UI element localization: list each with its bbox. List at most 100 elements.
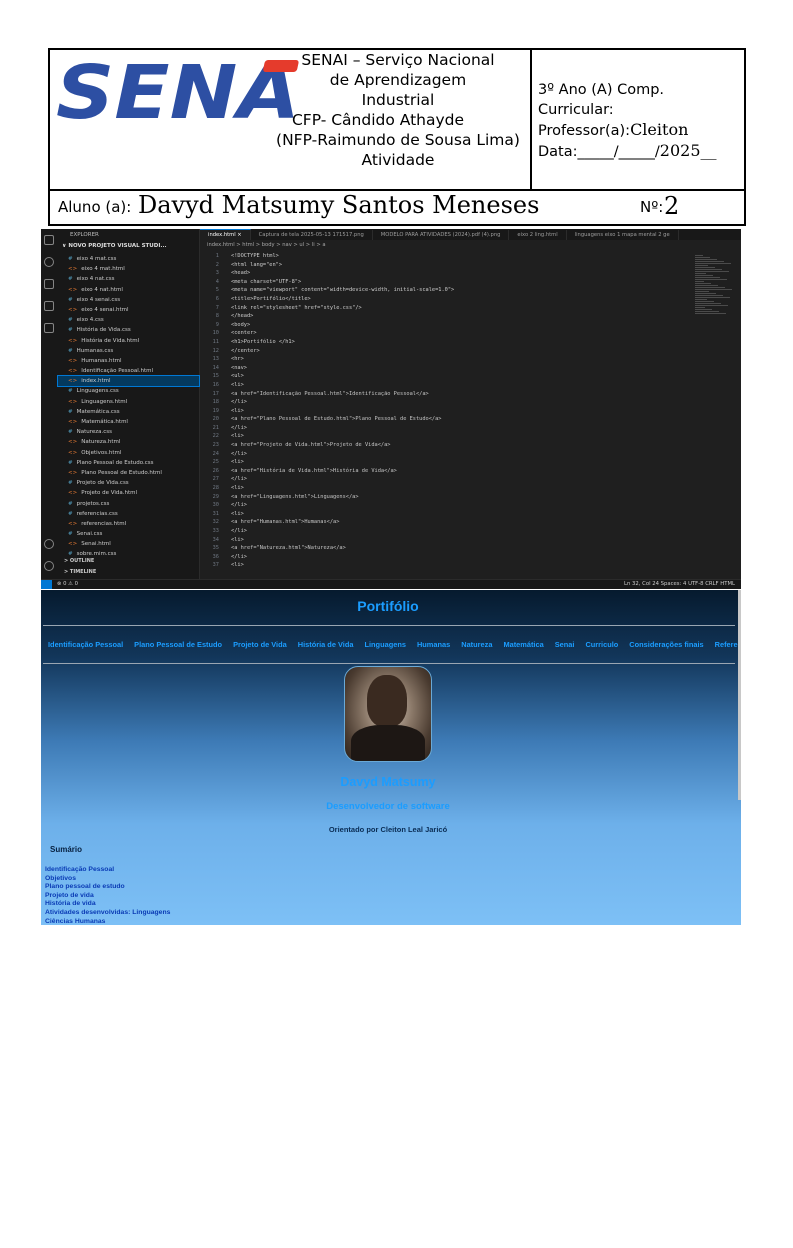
file-item: # Natureza.css	[58, 427, 199, 437]
code-text: <li>	[231, 536, 244, 543]
minimap-line	[695, 279, 727, 280]
code-text: <a href="Projeto de Vida.html">Projeto d…	[231, 442, 391, 449]
line-number: 1	[215, 253, 219, 259]
summary-link: Identificação Pessoal	[45, 866, 115, 873]
code-text: <li>	[231, 381, 244, 388]
file-item: # Plano Pessoal de Estudo.css	[58, 458, 199, 468]
line-number: 27	[212, 476, 219, 483]
date-label: Data:_____/_____/	[538, 144, 660, 160]
file-item: <> Projeto de Vida.html	[58, 488, 199, 498]
file-name: eixo 4 senai.html	[81, 306, 129, 313]
minimap-line	[695, 287, 725, 288]
line-number: 21	[212, 424, 219, 431]
student-row: Aluno (a): Davyd Matsumy Santos Meneses …	[50, 191, 744, 224]
school-line: (NFP-Raimundo de Sousa Lima)	[276, 131, 520, 149]
html-file-icon: <>	[68, 449, 78, 456]
css-file-icon: #	[68, 408, 73, 415]
file-name: Plano Pessoal de Estudo.css	[76, 459, 154, 466]
line-number: 8	[215, 313, 219, 320]
explorer-title: EXPLORER	[70, 232, 99, 238]
file-item: # Humanas.css	[58, 346, 199, 356]
minimap-line	[695, 301, 714, 302]
nav-link: Curriculo	[585, 640, 619, 649]
nav-link: Humanas	[416, 640, 451, 649]
remote-icon	[41, 580, 52, 589]
code-line: 34 <li>	[201, 536, 691, 545]
code-text: <a href="História de Vida.html">História…	[231, 467, 397, 474]
file-item: <> História de Vida.html	[58, 336, 199, 346]
file-name: Senai.html	[81, 541, 111, 548]
nav-link: Projeto de Vida	[233, 640, 287, 649]
css-file-icon: #	[68, 429, 73, 436]
code-line: 26 <a href="História de Vida.html">Histór…	[201, 467, 691, 476]
code-text: </li>	[231, 528, 247, 534]
code-line: 36 </li>	[201, 553, 691, 562]
file-item: # Matemática.css	[58, 407, 199, 417]
extensions-icon	[44, 323, 54, 333]
file-name: eixo 4 nat.html	[81, 286, 123, 293]
minimap-line	[695, 271, 729, 272]
profile-role: Desenvolvedor de software	[326, 801, 450, 812]
code-line: 22 <li>	[201, 432, 691, 441]
code-line: 17 <a href="Identificação Pessoal.html">I…	[201, 390, 691, 399]
css-file-icon: #	[68, 531, 73, 538]
css-file-icon: #	[68, 388, 73, 395]
code-line: 8 </head>	[201, 312, 691, 321]
line-number: 34	[212, 536, 219, 543]
minimap-line	[695, 273, 706, 274]
code-line: 24 </li>	[201, 450, 691, 459]
code-text: <ul>	[231, 373, 244, 380]
file-item: <> eixo 4 mat.html	[58, 264, 199, 274]
file-item: <> Senai.html	[58, 539, 199, 549]
date-year: 2025__	[659, 141, 717, 160]
code-line: 18 </li>	[201, 398, 691, 407]
file-name: Matemática.html	[81, 419, 128, 425]
line-number: 37	[212, 562, 219, 569]
vscode-screenshot: EXPLORER ∨ NOVO PROJETO VISUAL STUDI... …	[41, 229, 741, 589]
tab: MODELO PARA ATIVIDADES (2024).pdf (4).pn…	[373, 230, 510, 240]
code-text: </center>	[231, 347, 260, 354]
code-editor: 1 <!DOCTYPE html> 2 <html lang="en"> 3 <head>…	[201, 252, 691, 570]
school-line: de Aprendizagem	[329, 71, 467, 89]
code-line: 37 <li>	[201, 561, 691, 570]
file-item: # eixo 4 senai.css	[58, 295, 199, 305]
code-text: <title>Portifólio</title>	[231, 295, 311, 302]
professor-line: Professor(a):Cleiton	[538, 120, 717, 141]
code-text: <!DOCTYPE html>	[231, 253, 279, 259]
nav-link: Natureza	[461, 640, 493, 649]
nav-link: Matemática	[503, 640, 544, 649]
code-text: <hr>	[231, 356, 244, 363]
line-number: 24	[212, 450, 219, 457]
line-number: 23	[212, 442, 219, 449]
css-file-icon: #	[68, 551, 73, 558]
code-text: <li>	[231, 433, 244, 440]
activity-bar	[41, 229, 58, 579]
code-line: 32 <a href="Humanas.html">Humanas</a>	[201, 518, 691, 527]
tab: Captura de tela 2025-05-13 171517.png	[251, 230, 373, 240]
file-name: Linguagens.css	[76, 388, 119, 395]
line-number: 30	[212, 502, 219, 509]
code-line: 2 <html lang="en">	[201, 261, 691, 270]
profile-name: Davyd Matsumy	[340, 775, 436, 789]
code-text: </li>	[231, 553, 247, 560]
file-name: projetos.css	[76, 500, 110, 507]
minimap-line	[695, 313, 726, 314]
minimap-line	[695, 289, 732, 290]
school-info: SENAI – Serviço Nacional de Aprendizagem…	[268, 50, 528, 170]
file-item: # referencias.css	[58, 509, 199, 519]
minimap-line	[695, 295, 723, 296]
file-item: <> Objetivos.html	[58, 448, 199, 458]
css-file-icon: #	[68, 459, 73, 466]
file-item: <> Plano Pessoal de Estudo.html	[58, 468, 199, 478]
line-number: 32	[212, 519, 219, 526]
tab: eixo 2 ling.html	[509, 230, 567, 240]
line-number: 18	[212, 399, 219, 406]
line-number: 35	[212, 545, 219, 552]
code-line: 9 <body>	[201, 321, 691, 330]
code-line: 31 <li>	[201, 510, 691, 519]
file-item: <> Humanas.html	[58, 356, 199, 366]
minimap-line	[695, 285, 718, 286]
svg-text:SENA: SENA	[56, 56, 300, 126]
css-file-icon: #	[68, 317, 73, 324]
line-number: 3	[215, 270, 219, 277]
